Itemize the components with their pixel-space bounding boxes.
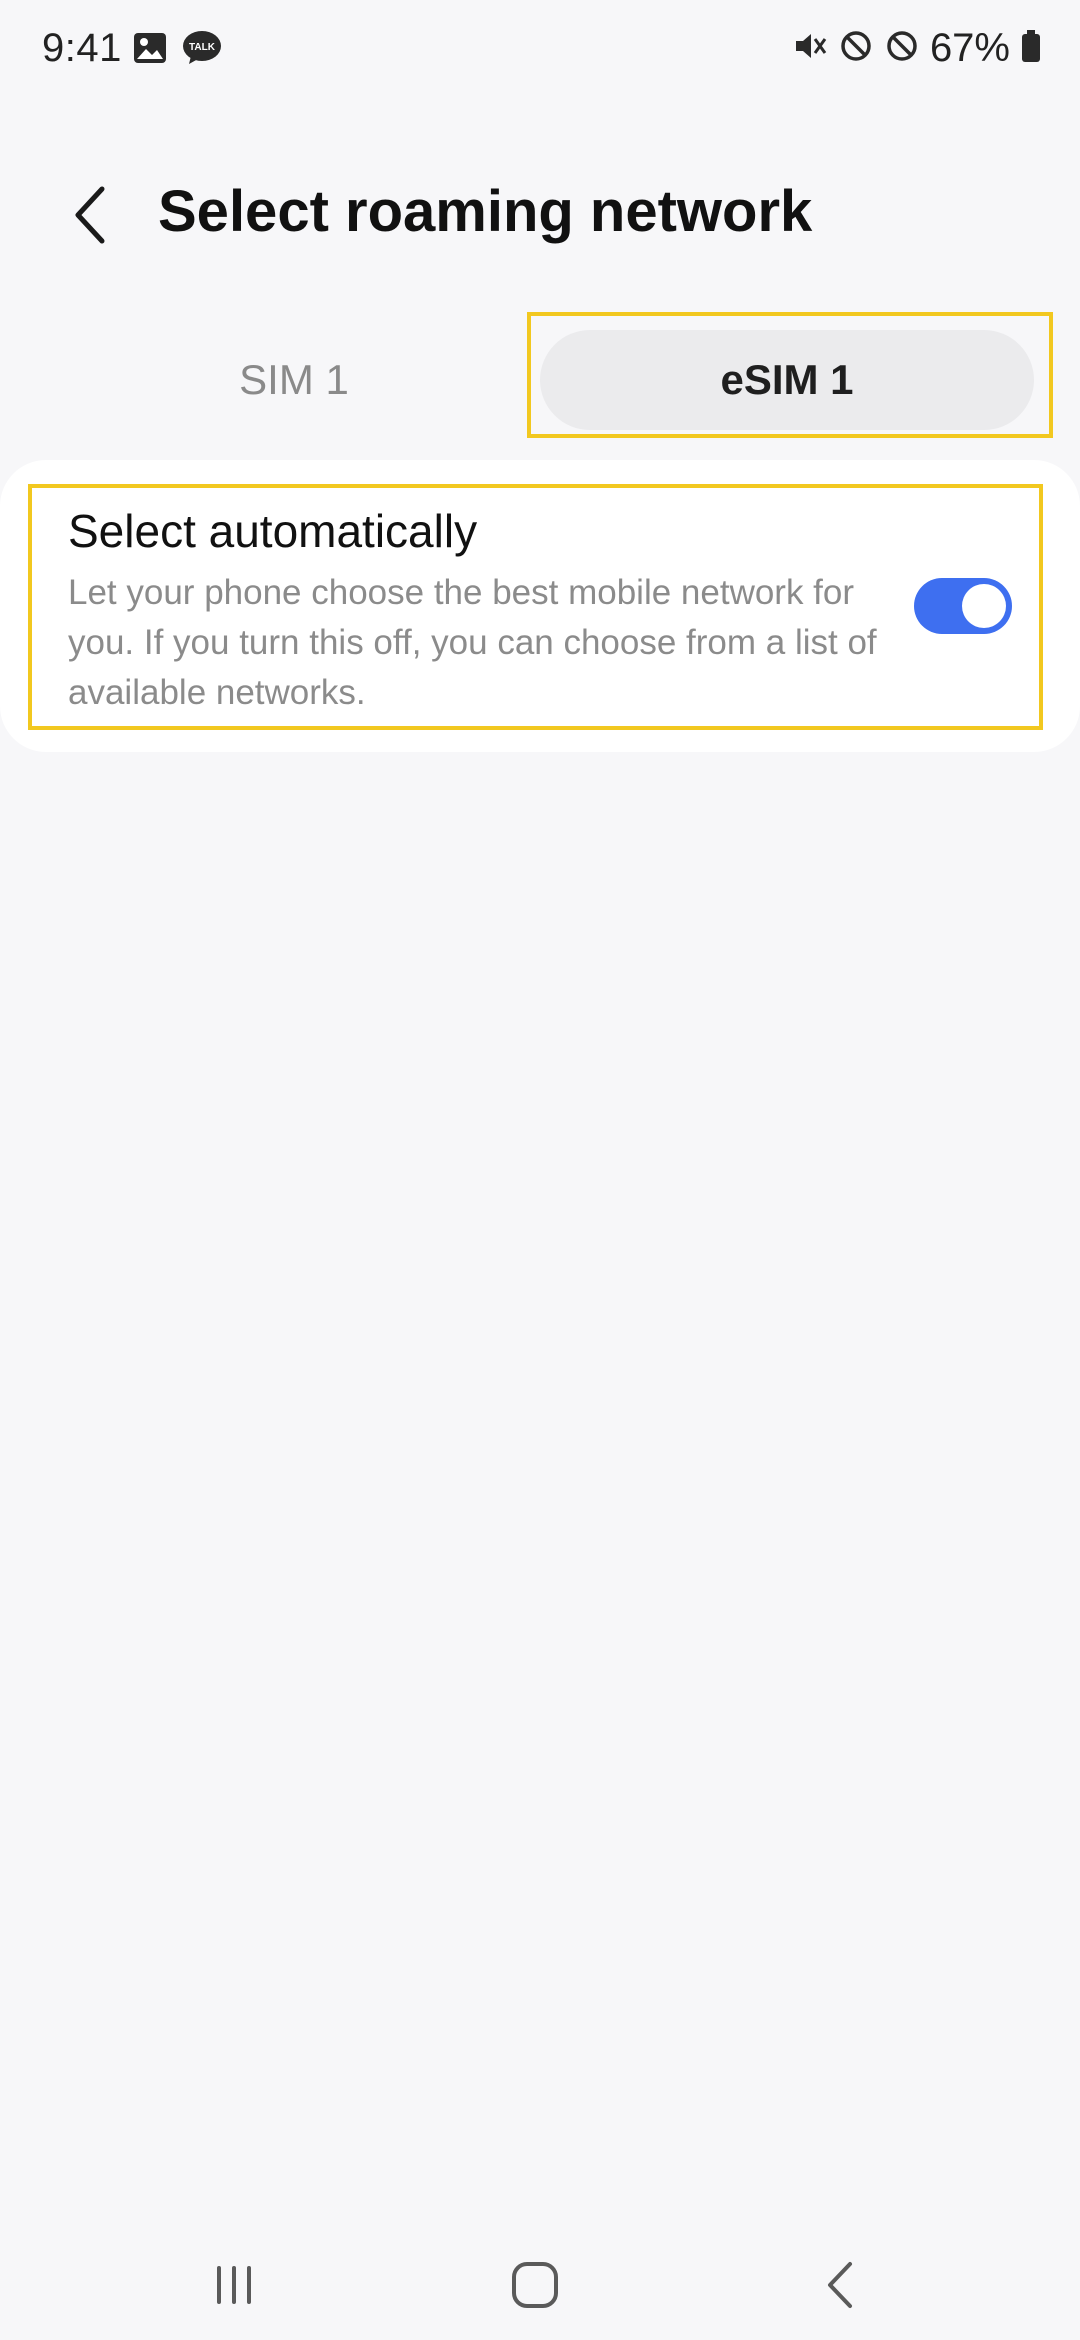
blocked-icon xyxy=(838,28,874,69)
back-button[interactable] xyxy=(60,180,120,250)
chevron-left-icon xyxy=(75,186,105,244)
status-left-icons: TALK xyxy=(132,30,222,71)
page-title: Select roaming network xyxy=(158,179,813,244)
header: Select roaming network xyxy=(0,150,1080,280)
toggle-knob xyxy=(962,584,1006,628)
recent-apps-icon xyxy=(217,2266,251,2304)
select-automatically-title: Select automatically xyxy=(68,505,478,557)
settings-card: Select automatically Let your phone choo… xyxy=(0,460,1080,752)
status-time: 9:41 xyxy=(42,26,122,70)
select-automatically-description: Let your phone choose the best mobile ne… xyxy=(68,573,877,712)
gallery-icon xyxy=(132,30,168,71)
select-automatically-row[interactable]: Select automatically Let your phone choo… xyxy=(0,460,1080,752)
home-button[interactable] xyxy=(485,2250,585,2320)
tab-sim1[interactable]: SIM 1 xyxy=(44,330,544,430)
battery-percent: 67% xyxy=(929,26,1010,70)
battery-icon xyxy=(1020,28,1042,69)
select-automatically-toggle[interactable] xyxy=(914,578,1012,634)
tab-esim1[interactable]: eSIM 1 xyxy=(540,330,1034,430)
status-bar: 9:41 TALK 67% xyxy=(0,0,1080,100)
navigation-bar xyxy=(0,2230,1080,2340)
sim-tabs: SIM 1 eSIM 1 xyxy=(0,312,1080,442)
talk-badge-text: TALK xyxy=(189,42,216,53)
screen: 9:41 TALK 67% Select roaming network SIM… xyxy=(0,0,1080,2340)
status-right-icons: 67% xyxy=(792,26,1042,71)
recent-apps-button[interactable] xyxy=(184,2250,284,2320)
mute-icon xyxy=(792,28,828,69)
talk-icon: TALK xyxy=(182,30,222,71)
nav-back-button[interactable] xyxy=(790,2250,890,2320)
home-icon xyxy=(512,2262,558,2308)
blocked-icon xyxy=(884,28,920,69)
back-icon xyxy=(828,2262,852,2308)
